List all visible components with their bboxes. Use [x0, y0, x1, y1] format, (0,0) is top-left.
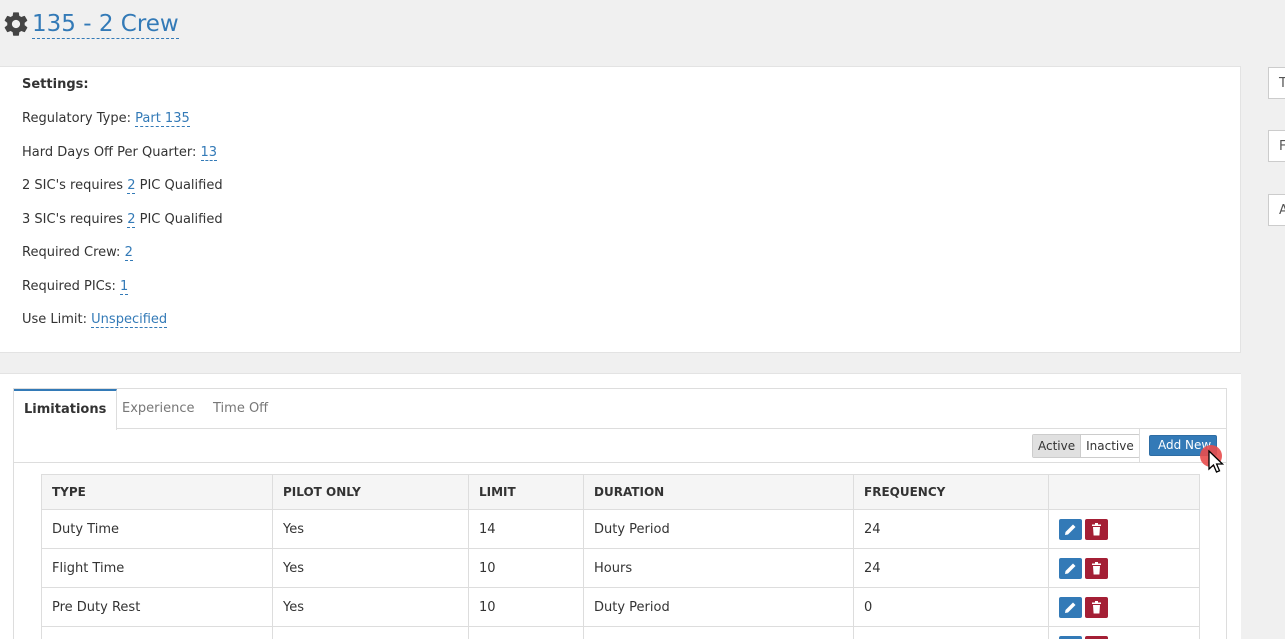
cell-frequency: 24 [853, 509, 1049, 549]
column-header-actions [1048, 474, 1200, 510]
cell-limit: 10 [468, 587, 584, 627]
cell-type: Flight Time [41, 548, 273, 588]
inactive-toggle-button[interactable]: Inactive [1081, 435, 1139, 457]
cell-pilot-only: Yes [272, 509, 469, 549]
sic3-pic-value[interactable]: 2 [127, 212, 136, 228]
setting-required-crew: Required Crew: 2 [22, 245, 133, 261]
side-box-a[interactable]: A [1268, 194, 1285, 226]
cell-duration: Hours [583, 548, 854, 588]
cell-pilot-only [272, 626, 469, 639]
edit-button[interactable] [1059, 557, 1082, 579]
setting-2-sic: 2 SIC's requires 2 PIC Qualified [22, 178, 223, 194]
setting-required-pics: Required PICs: 1 [22, 279, 129, 295]
cell-type: Pre Duty Rest [41, 587, 273, 627]
trash-icon [1092, 600, 1101, 613]
cell-type: Duty Time [41, 509, 273, 549]
cell-actions [1048, 509, 1200, 549]
cell-limit: 10 [468, 548, 584, 588]
toolbar-divider [1139, 429, 1140, 463]
edit-button[interactable] [1059, 518, 1082, 540]
settings-heading: Settings: [22, 77, 89, 92]
cell-duration: Duty Period [583, 587, 854, 627]
delete-button[interactable] [1085, 557, 1108, 579]
edit-button[interactable] [1059, 635, 1082, 639]
cell-frequency: 0 [853, 587, 1049, 627]
cell-actions [1048, 587, 1200, 627]
active-toggle-button[interactable]: Active [1033, 435, 1082, 457]
cell-pilot-only: Yes [272, 548, 469, 588]
setting-3-sic: 3 SIC's requires 2 PIC Qualified [22, 212, 223, 228]
column-header-pilot-only[interactable]: PILOT ONLY [272, 474, 469, 510]
tab-bar: Limitations Experience Time Off [14, 389, 1226, 430]
delete-button[interactable] [1085, 596, 1108, 618]
tab-time-off[interactable]: Time Off [203, 389, 278, 429]
edit-button[interactable] [1059, 596, 1082, 618]
table-row: Flight Time Yes 10 Hours 24 [41, 548, 1200, 588]
table-row: Pre Duty Rest Yes 10 Duty Period 0 [41, 587, 1200, 627]
pencil-icon [1065, 602, 1076, 613]
column-header-limit[interactable]: LIMIT [468, 474, 584, 510]
cell-pilot-only: Yes [272, 587, 469, 627]
table-header-row: TYPE PILOT ONLY LIMIT DURATION FREQUENCY [41, 474, 1200, 510]
side-box-f[interactable]: F [1268, 130, 1285, 162]
status-toggle: Active Inactive [1032, 434, 1140, 458]
table-row [41, 626, 1200, 639]
regulatory-type-value[interactable]: Part 135 [135, 111, 190, 127]
cell-frequency [853, 626, 1049, 639]
settings-panel: Settings: Regulatory Type: Part 135 Hard… [0, 66, 1241, 353]
trash-icon [1092, 522, 1101, 535]
setting-regulatory-type: Regulatory Type: Part 135 [22, 111, 190, 127]
setting-hard-days-off: Hard Days Off Per Quarter: 13 [22, 145, 218, 161]
cell-limit [468, 626, 584, 639]
sic2-pic-value[interactable]: 2 [127, 178, 136, 194]
setting-use-limit: Use Limit: Unspecified [22, 312, 168, 328]
cell-duration: Duty Period [583, 509, 854, 549]
page-title[interactable]: 135 - 2 Crew [32, 10, 179, 39]
required-crew-value[interactable]: 2 [124, 245, 133, 261]
required-pics-value[interactable]: 1 [120, 279, 129, 295]
pencil-icon [1065, 563, 1076, 574]
hard-days-off-value[interactable]: 13 [200, 145, 218, 161]
pencil-icon [1065, 524, 1076, 535]
trash-icon [1092, 561, 1101, 574]
cell-duration [583, 626, 854, 639]
mouse-cursor-icon [1208, 450, 1225, 473]
column-header-type[interactable]: TYPE [41, 474, 273, 510]
tab-experience[interactable]: Experience [112, 389, 205, 429]
gear-icon[interactable] [2, 10, 30, 38]
cell-actions [1048, 548, 1200, 588]
cell-type [41, 626, 273, 639]
table-row: Duty Time Yes 14 Duty Period 24 [41, 509, 1200, 549]
page-header: 135 - 2 Crew [2, 8, 179, 40]
use-limit-value[interactable]: Unspecified [91, 312, 168, 328]
delete-button[interactable] [1085, 635, 1108, 639]
delete-button[interactable] [1085, 518, 1108, 540]
limitations-table: TYPE PILOT ONLY LIMIT DURATION FREQUENCY… [41, 474, 1200, 639]
side-box-t[interactable]: T [1268, 67, 1285, 99]
limitations-toolbar: Active Inactive Add New [14, 429, 1226, 463]
tab-limitations[interactable]: Limitations [14, 389, 118, 430]
cell-limit: 14 [468, 509, 584, 549]
column-header-frequency[interactable]: FREQUENCY [853, 474, 1049, 510]
cell-actions [1048, 626, 1200, 639]
cell-frequency: 24 [853, 548, 1049, 588]
column-header-duration[interactable]: DURATION [583, 474, 854, 510]
